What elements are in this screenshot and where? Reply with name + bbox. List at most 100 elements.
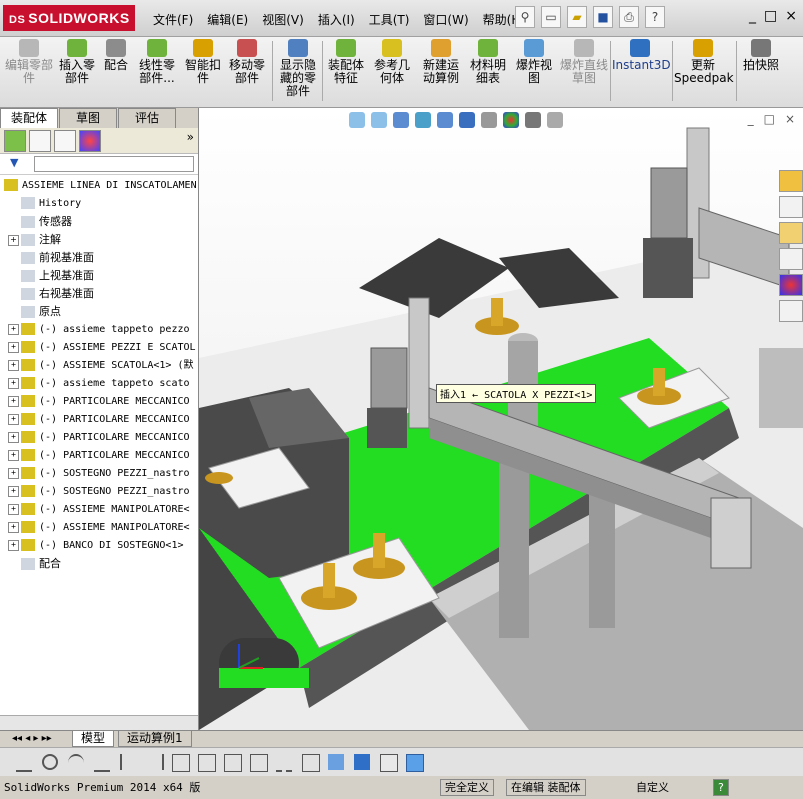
expand-icon[interactable]: + [8, 521, 19, 533]
open-folder-icon[interactable]: ▰ [567, 6, 587, 28]
tab-motion-study[interactable]: 运动算例1 [118, 731, 192, 747]
viewport-close-button[interactable]: × [785, 112, 795, 126]
edit-appearance-icon[interactable] [503, 112, 519, 128]
menu-view[interactable]: 视图(V) [255, 8, 311, 31]
move-entities-icon[interactable] [354, 754, 370, 770]
tree-item[interactable]: History [0, 195, 198, 213]
tree-item[interactable]: 配合 [0, 555, 198, 573]
tree-item[interactable]: + (-) PARTICOLARE MECCANICO [0, 429, 198, 447]
tree-item[interactable]: + (-) ASSIEME SCATOLA<1> (默 [0, 357, 198, 375]
display-style-icon[interactable] [459, 112, 475, 128]
expand-icon[interactable]: + [8, 503, 19, 515]
solidworks-logo[interactable]: DS SOLIDWORKS [3, 5, 135, 31]
filter-icon[interactable]: ▼ [10, 156, 18, 169]
mirror-icon[interactable] [146, 754, 164, 770]
mate-button[interactable]: 配合 [100, 39, 132, 72]
linear-pattern-button[interactable]: 线性零部件... [134, 39, 180, 85]
tree-item[interactable]: + 注解 [0, 231, 198, 249]
viewport-maximize-button[interactable]: □ [764, 112, 775, 126]
close-button[interactable]: × [785, 8, 797, 24]
centerline-icon[interactable] [276, 754, 292, 772]
view-palette-icon[interactable] [779, 248, 803, 270]
expand-icon[interactable]: + [8, 449, 19, 461]
move-component-button[interactable]: 移动零部件 [226, 39, 268, 85]
tree-item[interactable]: 右视基准面 [0, 285, 198, 303]
tree-item[interactable]: + (-) SOSTEGNO PEZZI_nastro [0, 465, 198, 483]
tab-nav-arrows[interactable]: ◂◂ ◂ ▸ ▸▸ [4, 731, 60, 746]
graphics-viewport[interactable]: _ □ × 插入1 ← SCATOLA X PEZZI<1> [199, 108, 803, 730]
line-icon[interactable] [16, 754, 32, 772]
new-motion-study-button[interactable]: 新建运动算例 [418, 39, 464, 85]
expand-icon[interactable]: + [8, 377, 19, 389]
tree-item[interactable]: + (-) ASSIEME MANIPOLATORE< [0, 519, 198, 537]
tree-item[interactable]: + (-) PARTICOLARE MECCANICO [0, 393, 198, 411]
tree-item[interactable]: + (-) SOSTEGNO PEZZI_nastro [0, 483, 198, 501]
expand-icon[interactable]: + [8, 341, 19, 353]
design-library-icon[interactable] [779, 196, 803, 218]
assembly-features-button[interactable]: 装配体特征 [326, 39, 366, 85]
menu-tools[interactable]: 工具(T) [362, 8, 417, 31]
tab-sketch[interactable]: 草图 [59, 108, 117, 128]
apply-scene-icon[interactable] [525, 112, 541, 128]
tree-item[interactable]: + (-) ASSIEME MANIPOLATORE< [0, 501, 198, 519]
menu-window[interactable]: 窗口(W) [416, 8, 475, 31]
print-icon[interactable]: ⎙ [619, 6, 639, 28]
tree-item[interactable]: + (-) assieme tappeto pezzo [0, 321, 198, 339]
property-manager-icon[interactable] [29, 130, 51, 152]
view-orientation-icon[interactable] [437, 112, 453, 128]
view-settings-icon[interactable] [547, 112, 563, 128]
explode-line-sketch-button[interactable]: 爆炸直线草图 [560, 39, 608, 85]
tree-item[interactable]: + (-) ASSIEME PEZZI E SCATOL [0, 339, 198, 357]
pin-icon[interactable]: ⚲ [515, 6, 535, 28]
3d-sketch-icon[interactable] [328, 754, 344, 770]
rectangle-icon[interactable] [302, 754, 320, 772]
tree-root[interactable]: ASSIEME LINEA DI INSCATOLAMEN [0, 177, 198, 195]
expand-panel-icon[interactable]: » [187, 130, 194, 151]
insert-component-button[interactable]: 插入零部件 [56, 39, 98, 85]
tree-item[interactable]: 上视基准面 [0, 267, 198, 285]
expand-icon[interactable]: + [8, 467, 19, 479]
convert-icon[interactable] [198, 754, 216, 772]
circle-icon[interactable] [42, 754, 58, 770]
smart-dimension-icon[interactable] [224, 754, 242, 772]
help-icon[interactable]: ? [713, 779, 729, 796]
tree-item[interactable]: 原点 [0, 303, 198, 321]
zoom-to-fit-icon[interactable] [349, 112, 365, 128]
trim-icon[interactable] [120, 754, 138, 770]
spline-icon[interactable] [94, 754, 110, 772]
bom-button[interactable]: 材料明细表 [468, 39, 508, 85]
expand-icon[interactable]: + [8, 413, 19, 425]
previous-view-icon[interactable] [393, 112, 409, 128]
display-manager-icon[interactable] [79, 130, 101, 152]
tree-item[interactable]: 传感器 [0, 213, 198, 231]
tree-item[interactable]: + (-) assieme tappeto scato [0, 375, 198, 393]
tree-scrollbar[interactable] [0, 715, 198, 730]
edit-component-button[interactable]: 编辑零部件 [4, 39, 54, 85]
arc-icon[interactable] [68, 754, 84, 772]
home-icon[interactable] [779, 170, 803, 192]
tree-item[interactable]: + (-) PARTICOLARE MECCANICO [0, 447, 198, 465]
maximize-button[interactable]: □ [764, 8, 777, 24]
point-icon[interactable] [250, 754, 268, 772]
block-icon[interactable] [380, 754, 398, 772]
status-custom[interactable]: 自定义 [636, 779, 669, 795]
expand-icon[interactable]: + [8, 431, 19, 443]
tree-item[interactable]: + (-) PARTICOLARE MECCANICO [0, 411, 198, 429]
tree-item[interactable]: 前视基准面 [0, 249, 198, 267]
menu-insert[interactable]: 插入(I) [311, 8, 362, 31]
expand-icon[interactable]: + [8, 323, 19, 335]
menu-edit[interactable]: 编辑(E) [200, 8, 255, 31]
tree-item[interactable]: + (-) BANCO DI SOSTEGNO<1> [0, 537, 198, 555]
tab-assembly[interactable]: 装配体 [0, 108, 58, 128]
expand-icon[interactable]: + [8, 539, 19, 551]
file-explorer-icon[interactable] [779, 222, 803, 244]
expand-icon[interactable]: + [8, 485, 19, 497]
snapshot-button[interactable]: 拍快照 [740, 39, 782, 72]
options-icon[interactable]: ? [645, 6, 665, 28]
update-speedpak-button[interactable]: 更新Speedpak [674, 39, 734, 85]
tab-model[interactable]: 模型 [72, 731, 115, 747]
expand-icon[interactable]: + [8, 395, 19, 407]
viewport-minimize-button[interactable]: _ [748, 112, 754, 126]
appearances-icon[interactable] [779, 274, 803, 296]
menu-file[interactable]: 文件(F) [146, 8, 200, 31]
